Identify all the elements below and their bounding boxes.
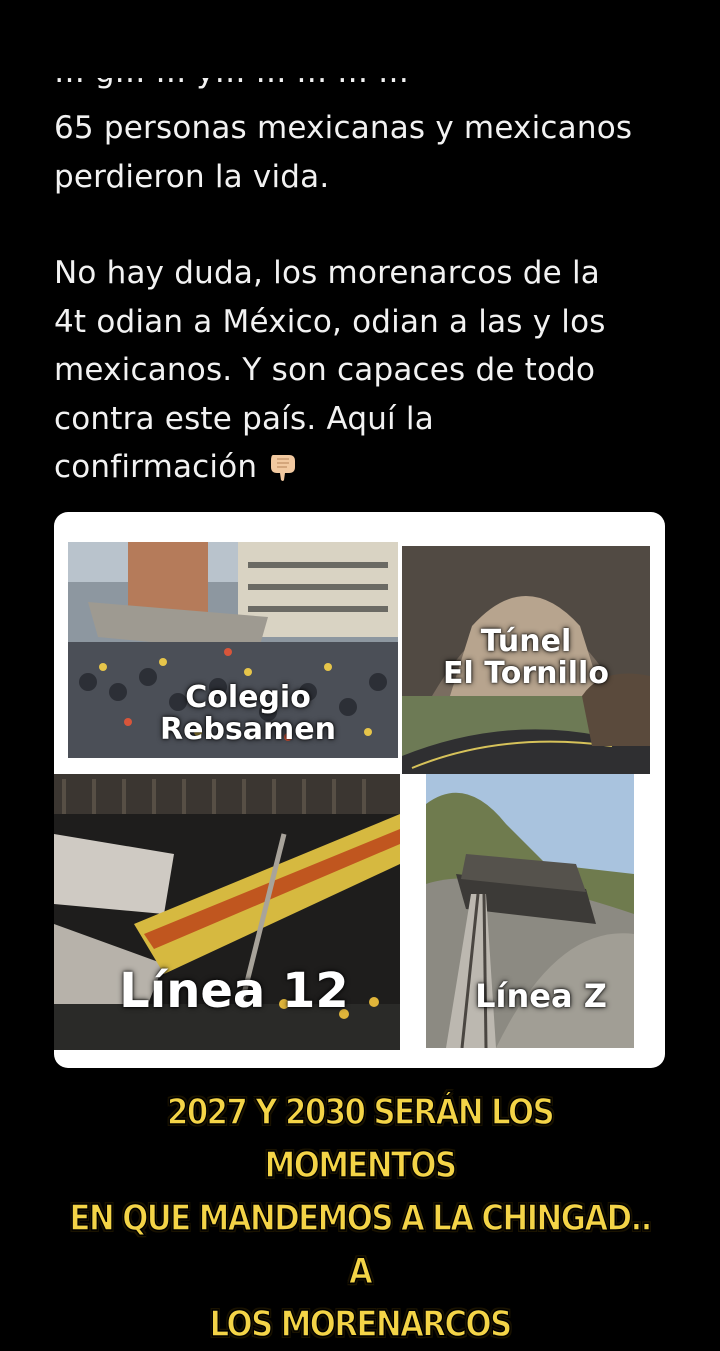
banner-line: 2027 Y 2030 SERÁN LOS MOMENTOS <box>166 1091 555 1187</box>
post-line: 4t odian a México, odian a las y los <box>54 303 606 340</box>
photo-tunel-el-tornillo[interactable]: Túnel El Tornillo <box>402 546 650 774</box>
post-text: 65 personas mexicanas y mexicanos perdie… <box>54 104 674 492</box>
photo-caption: Línea 12 <box>119 963 349 1019</box>
photo-caption: Línea Z <box>475 977 607 1015</box>
photo-colegio-rebsamen[interactable]: Colegio Rebsamen <box>68 542 398 758</box>
truncated-text-line: … g… … y… … … … … <box>54 78 674 100</box>
post-line: contra este país. Aquí la <box>54 400 434 437</box>
photo-linea-z[interactable]: Línea Z <box>426 774 634 1048</box>
post-line: mexicanos. Y son capaces de todo <box>54 352 596 388</box>
photo-linea-12[interactable]: Línea 12 <box>54 774 400 1050</box>
photo-caption: Colegio <box>185 680 311 715</box>
post-line: perdieron la vida. <box>54 158 330 195</box>
post-line: No hay duda, los morenarcos de la <box>54 255 600 291</box>
banner-line: LOS MORENARCOS <box>209 1303 513 1346</box>
post-line: confirmación <box>54 443 674 492</box>
banner-line: EN QUE MANDEMOS A LA CHINGAD.. A <box>69 1197 653 1293</box>
pointing-down-hand-icon <box>271 455 296 481</box>
photo-collage[interactable]: Colegio Rebsamen Túnel El Tornillo Línea… <box>54 512 665 1068</box>
caption-banner: 2027 Y 2030 SERÁN LOS MOMENTOS EN QUE MA… <box>68 1086 653 1351</box>
photo-caption: El Tornillo <box>443 655 609 691</box>
photo-caption: Rebsamen <box>160 711 336 747</box>
photo-caption: Túnel <box>480 624 572 659</box>
post-line: 65 personas mexicanas y mexicanos <box>54 110 633 146</box>
